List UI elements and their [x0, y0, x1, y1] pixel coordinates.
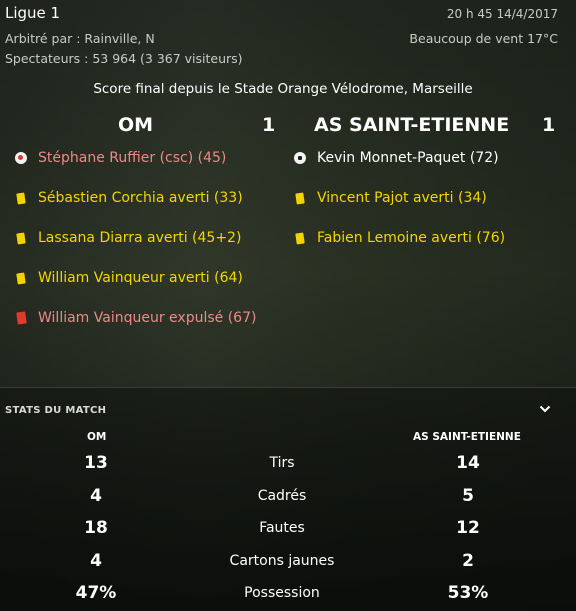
event-text[interactable]: William Vainqueur expulsé (67) [38, 310, 256, 326]
event-text[interactable]: Fabien Lemoine averti (76) [317, 230, 505, 246]
stat-label: Cadrés [257, 488, 307, 504]
home-team-score: 1 [262, 114, 276, 136]
goal-ball-icon [291, 149, 309, 167]
stat-home-value: 47% [75, 583, 117, 603]
away-event-yellow-card: Fabien Lemoine averti (76) [291, 228, 505, 248]
stat-home-value: 13 [84, 453, 108, 473]
stats-row: 47% Possession 53% [0, 579, 576, 609]
event-text[interactable]: Kevin Monnet-Paquet (72) [317, 150, 499, 166]
referee-info: Arbitré par : Rainville, N [5, 31, 155, 46]
event-text[interactable]: Vincent Pajot averti (34) [317, 190, 487, 206]
match-datetime: 20 h 45 14/4/2017 [446, 7, 558, 21]
home-event-yellow-card: Sébastien Corchia averti (33) [12, 188, 243, 208]
stats-away-header: AS SAINT-ETIENNE [413, 431, 521, 443]
stat-away-value: 14 [456, 453, 480, 473]
stats-title: STATS DU MATCH [5, 405, 107, 416]
yellow-card-icon [291, 229, 309, 247]
spectators-info: Spectateurs : 53 964 (3 367 visiteurs) [5, 51, 243, 66]
stat-away-value: 12 [456, 518, 480, 538]
stats-row: 18 Fautes 12 [0, 514, 576, 544]
stat-label: Fautes [259, 520, 305, 536]
own-goal-ball-icon [12, 149, 30, 167]
stat-label: Tirs [269, 455, 295, 471]
away-event-yellow-card: Vincent Pajot averti (34) [291, 188, 487, 208]
yellow-card-icon [12, 189, 30, 207]
away-team-score: 1 [542, 114, 556, 136]
red-card-icon [12, 309, 30, 327]
stats-row: 13 Tirs 14 [0, 449, 576, 479]
away-team-name[interactable]: AS SAINT-ETIENNE [314, 114, 509, 136]
stats-home-header: OM [87, 431, 107, 443]
stat-away-value: 2 [462, 551, 474, 571]
stat-away-value: 53% [447, 583, 489, 603]
stats-row: 4 Cartons jaunes 2 [0, 547, 576, 577]
final-score-headline: Score final depuis le Stade Orange Vélod… [93, 81, 473, 97]
yellow-card-icon [12, 229, 30, 247]
stat-home-value: 18 [84, 518, 108, 538]
yellow-card-icon [291, 189, 309, 207]
stat-label: Cartons jaunes [229, 553, 335, 569]
home-event-yellow-card: Lassana Diarra averti (45+2) [12, 228, 241, 248]
stats-row: 4 Cadrés 5 [0, 482, 576, 512]
stat-home-value: 4 [90, 486, 102, 506]
home-team-name[interactable]: OM [118, 114, 153, 136]
league-title[interactable]: Ligue 1 [5, 4, 60, 22]
chevron-down-icon[interactable] [538, 401, 552, 415]
weather-info: Beaucoup de vent 17°C [409, 31, 558, 46]
event-text[interactable]: William Vainqueur averti (64) [38, 270, 243, 286]
match-stats-panel: STATS DU MATCH OM AS SAINT-ETIENNE 13 Ti… [0, 387, 576, 611]
event-text[interactable]: Stéphane Ruffier (csc) (45) [38, 150, 226, 166]
away-event-goal: Kevin Monnet-Paquet (72) [291, 148, 499, 168]
yellow-card-icon [12, 269, 30, 287]
home-event-own-goal: Stéphane Ruffier (csc) (45) [12, 148, 226, 168]
home-event-yellow-card: William Vainqueur averti (64) [12, 268, 243, 288]
stat-away-value: 5 [462, 486, 474, 506]
home-event-red-card: William Vainqueur expulsé (67) [12, 308, 256, 328]
stat-label: Possession [244, 585, 320, 601]
match-header: Ligue 1 20 h 45 14/4/2017 Arbitré par : … [0, 0, 576, 78]
event-text[interactable]: Lassana Diarra averti (45+2) [38, 230, 241, 246]
event-text[interactable]: Sébastien Corchia averti (33) [38, 190, 243, 206]
stat-home-value: 4 [90, 551, 102, 571]
